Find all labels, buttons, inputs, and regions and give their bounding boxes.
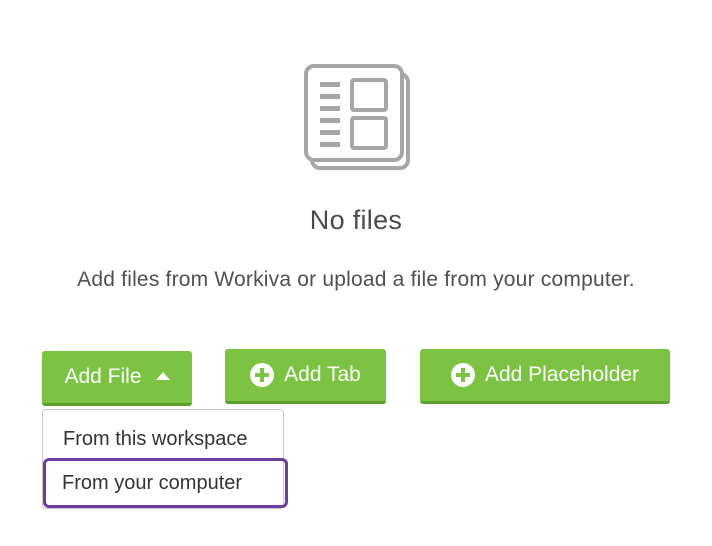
document-stack-icon — [304, 64, 410, 170]
menu-item-from-workspace[interactable]: From this workspace — [43, 422, 283, 456]
empty-state-title: No files — [309, 205, 403, 235]
menu-item-from-computer[interactable]: From your computer — [43, 458, 288, 508]
add-tab-button[interactable]: Add Tab — [225, 349, 386, 404]
add-file-label: Add File — [64, 365, 142, 388]
menu-item-label: From your computer — [62, 471, 243, 494]
add-placeholder-button[interactable]: Add Placeholder — [420, 349, 670, 404]
caret-up-icon — [155, 372, 170, 380]
plus-circle-icon — [250, 363, 275, 387]
add-file-dropdown-menu: From this workspace From your computer — [42, 409, 288, 509]
add-file-button[interactable]: Add File — [42, 351, 192, 406]
plus-circle-icon — [450, 363, 475, 387]
menu-item-label: From this workspace — [63, 427, 248, 450]
empty-state-icon — [300, 62, 416, 174]
add-tab-label: Add Tab — [284, 363, 361, 386]
empty-state-message: Add files from Workiva or upload a file … — [77, 268, 635, 291]
add-placeholder-label: Add Placeholder — [484, 363, 640, 386]
